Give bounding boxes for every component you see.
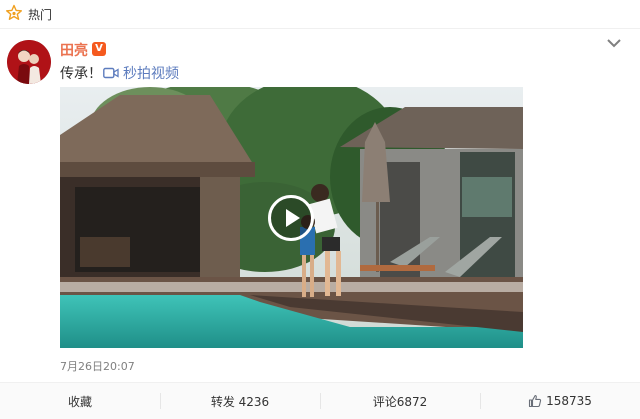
favorite-button[interactable]: 收藏	[0, 383, 160, 419]
like-count: 158735	[546, 394, 592, 408]
hot-section-header: 热门	[0, 0, 640, 29]
avatar[interactable]	[7, 40, 51, 84]
play-icon	[286, 209, 300, 227]
post-text: 传承！	[60, 66, 102, 82]
video-link-label: 秒拍视频	[123, 66, 179, 82]
username[interactable]: 田亮	[60, 40, 88, 60]
avatar-image	[7, 40, 51, 84]
video-link[interactable]: 秒拍视频	[103, 63, 179, 83]
play-button[interactable]	[268, 195, 314, 241]
verified-badge: V	[92, 42, 106, 56]
repost-button[interactable]: 转发 4236	[160, 383, 320, 419]
repost-label: 转发 4236	[210, 394, 270, 409]
chevron-down-icon[interactable]	[606, 37, 622, 49]
comment-button[interactable]: 评论6872	[320, 383, 480, 419]
hot-label: 热门	[28, 8, 53, 22]
favorite-label: 收藏	[67, 394, 92, 409]
action-bar: 收藏 转发 4236 评论6872 158735	[0, 382, 640, 419]
post-timestamp[interactable]: 7月26日20:07	[60, 358, 135, 374]
like-button[interactable]: 158735	[480, 383, 640, 419]
weibo-post-card: 热门 田亮 V 传承！ 秒拍视频 7月26日20:07 收藏 转发 4236 评…	[0, 0, 640, 419]
hot-star-icon	[6, 4, 22, 20]
thumbs-up-icon	[529, 394, 542, 408]
comment-label: 评论6872	[372, 394, 428, 409]
video-camera-icon	[103, 67, 119, 79]
